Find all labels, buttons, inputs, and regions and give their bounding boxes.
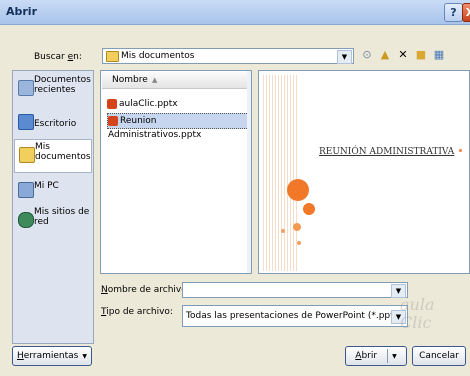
watermark: aula Clic xyxy=(400,295,435,332)
place-label: Escritorio xyxy=(34,119,77,129)
filetype-label: Tipo de archivo: xyxy=(101,307,173,317)
places-bar: Documentos recientes Escritorio Mis docu… xyxy=(12,70,94,344)
close-button[interactable]: X xyxy=(462,3,470,22)
pptx-file-icon xyxy=(108,115,118,126)
place-label: Documentos recientes xyxy=(34,75,91,95)
up-folder-icon[interactable]: ▲ xyxy=(378,48,392,62)
cancel-button[interactable]: Cancelar xyxy=(412,346,466,366)
title-bar: Abrir ? X xyxy=(0,0,470,25)
filename-input[interactable]: ▼ xyxy=(182,282,408,298)
filetype-value: Todas las presentaciones de PowerPoint (… xyxy=(186,311,408,321)
desktop-icon xyxy=(18,114,34,130)
filename-label: Nombre de archivo: xyxy=(101,285,190,295)
open-button[interactable]: Abrir ▼ xyxy=(345,346,407,366)
place-network[interactable]: Mis sitios de red xyxy=(14,205,92,239)
preview-pane: REUNIÓN ADMINISTRATIVA xyxy=(258,70,470,274)
decor-circle-medium xyxy=(303,203,315,215)
file-item-selected[interactable]: Reunion Administrativos.pptx xyxy=(107,113,251,140)
column-header-label: Nombre xyxy=(112,75,148,85)
folder-icon xyxy=(106,51,119,62)
decor-circle-tiny xyxy=(281,229,285,233)
place-label: Mi PC xyxy=(34,181,59,191)
filetype-select[interactable]: Todas las presentaciones de PowerPoint (… xyxy=(182,305,408,327)
delete-icon[interactable]: ✕ xyxy=(396,48,410,62)
recent-documents-icon xyxy=(18,80,34,96)
dialog-title: Abrir xyxy=(6,5,38,18)
network-places-icon xyxy=(18,212,34,228)
file-list[interactable]: Nombre ▲ aulaClic.pptx Reunion Administr… xyxy=(100,70,252,274)
file-item[interactable]: aulaClic.pptx xyxy=(107,97,182,111)
decor-circle-tiny xyxy=(297,241,301,245)
lookin-select[interactable]: Mis documentos ▼ xyxy=(102,48,354,64)
back-icon[interactable]: ⊙ xyxy=(360,48,374,62)
chevron-down-icon[interactable]: ▼ xyxy=(392,353,397,360)
tools-button[interactable]: Herramientas ▼ xyxy=(12,346,92,366)
my-documents-icon xyxy=(19,147,35,163)
slide-left-stripe xyxy=(263,75,299,271)
slide-bullet-dot xyxy=(459,149,462,152)
decor-circle-large xyxy=(287,179,309,201)
lookin-value: Mis documentos xyxy=(121,51,195,61)
sort-ascending-icon: ▲ xyxy=(152,76,158,84)
my-computer-icon xyxy=(18,182,34,198)
open-split-divider xyxy=(387,349,389,363)
place-my-documents[interactable]: Mis documentos xyxy=(14,139,92,173)
new-folder-icon[interactable]: ■ xyxy=(414,48,428,62)
chevron-down-icon[interactable]: ▼ xyxy=(337,50,352,64)
place-desktop[interactable]: Escritorio xyxy=(14,107,92,141)
toolbar: ⊙ ▲ ✕ ■ ▦ xyxy=(360,47,450,63)
pptx-file-icon xyxy=(107,98,117,109)
help-button[interactable]: ? xyxy=(444,3,463,22)
file-list-scrollbar[interactable] xyxy=(247,71,251,273)
open-dialog: Abrir ? X Buscar en: Mis documentos ▼ ⊙ … xyxy=(0,0,470,376)
place-label: Mis sitios de red xyxy=(34,207,90,227)
place-label: Mis documentos xyxy=(35,142,91,162)
column-header-name[interactable]: Nombre ▲ xyxy=(102,72,248,89)
lookin-label: Buscar en: xyxy=(34,52,82,62)
place-my-computer[interactable]: Mi PC xyxy=(14,175,92,209)
place-recent-documents[interactable]: Documentos recientes xyxy=(14,73,92,107)
chevron-down-icon: ▼ xyxy=(82,352,87,360)
slide-title: REUNIÓN ADMINISTRATIVA xyxy=(319,147,455,157)
views-icon[interactable]: ▦ xyxy=(432,48,446,62)
decor-circle-small xyxy=(293,223,301,231)
slide-preview: REUNIÓN ADMINISTRATIVA xyxy=(263,75,469,271)
